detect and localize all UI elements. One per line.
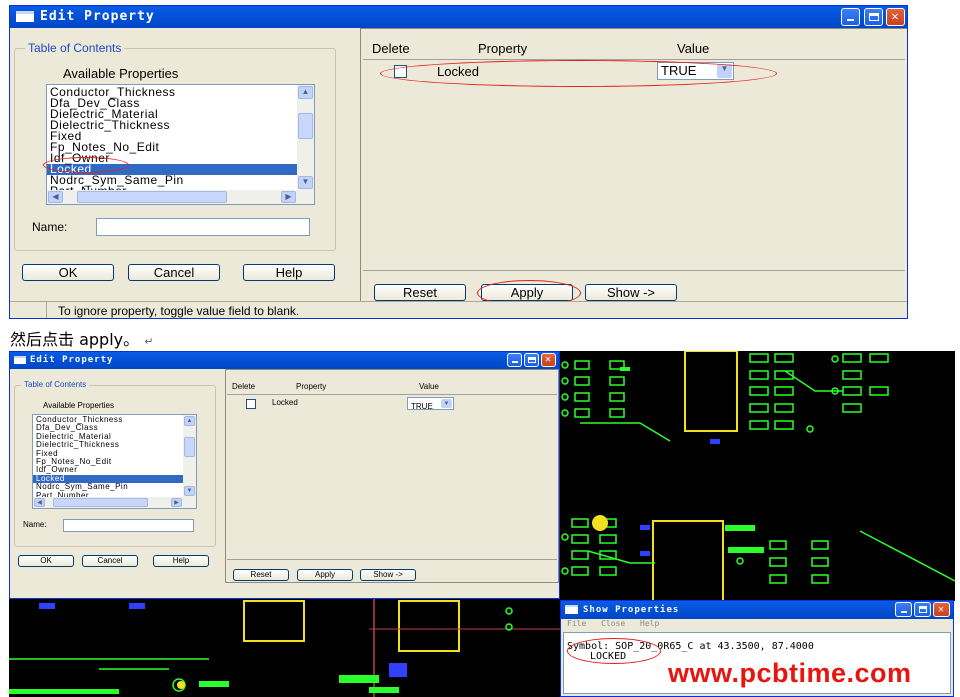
small-value-dropdown-text: TRUE xyxy=(411,402,433,411)
value-dropdown[interactable]: TRUE ▼ xyxy=(657,62,734,80)
scroll-thumb[interactable] xyxy=(298,113,313,139)
small-toc-label: Table of Contents xyxy=(21,380,90,389)
small-name-input[interactable] xyxy=(63,519,194,532)
return-mark: ↵ xyxy=(144,335,154,348)
small-scroll-left-icon[interactable]: ◀ xyxy=(34,498,45,507)
show-maximize-icon[interactable] xyxy=(914,602,931,617)
small-property-header: Property xyxy=(296,382,327,391)
edit-property-dialog-small: Edit Property ✕ Table of Contents Availa… xyxy=(9,351,560,599)
small-delete-checkbox[interactable] xyxy=(246,399,256,409)
scroll-right-icon[interactable]: ▶ xyxy=(281,191,296,203)
property-edit-panel: Delete Property Value Locked TRUE ▼ Rese… xyxy=(360,28,907,306)
pcb-artwork-top xyxy=(561,351,955,601)
ok-button[interactable]: OK xyxy=(22,264,114,281)
small-hscroll-thumb[interactable] xyxy=(53,498,148,507)
small-value-header: Value xyxy=(419,382,439,391)
edit-property-dialog: Edit Property ✕ Table of Contents Availa… xyxy=(9,5,908,319)
small-close-icon[interactable]: ✕ xyxy=(541,353,556,367)
small-dialog-titlebar[interactable]: Edit Property ✕ xyxy=(10,352,559,369)
small-delete-header: Delete xyxy=(232,382,256,391)
delete-checkbox[interactable] xyxy=(394,65,407,78)
small-value-dropdown[interactable]: TRUE ▼ xyxy=(407,397,454,411)
property-grid: Locked TRUE ▼ xyxy=(363,59,905,271)
small-dialog-title: Edit Property xyxy=(30,355,114,365)
show-close-icon[interactable]: ✕ xyxy=(933,602,950,617)
small-properties-listbox[interactable]: Conductor_Thickness Dfa_Dev_Class Dielectr… xyxy=(32,414,197,509)
scroll-down-icon[interactable]: ▼ xyxy=(298,176,313,189)
name-label: Name: xyxy=(32,220,68,234)
show-properties-menubar: File Close Help xyxy=(561,619,953,632)
apply-button[interactable]: Apply xyxy=(481,284,573,301)
list-vertical-scrollbar[interactable]: ▲ ▼ xyxy=(297,85,314,190)
small-list-hscroll[interactable]: ◀ ▶ xyxy=(33,497,196,508)
delete-column-header: Delete xyxy=(372,41,410,56)
hscroll-thumb[interactable] xyxy=(77,191,227,203)
properties-listbox[interactable]: Conductor_Thickness Dfa_Dev_Class Dielectr… xyxy=(46,84,315,205)
value-column-header: Value xyxy=(677,41,710,56)
small-scroll-down-icon[interactable]: ▼ xyxy=(184,486,195,496)
site-watermark: www.pcbtime.com xyxy=(668,658,912,688)
small-property-grid: Locked TRUE ▼ xyxy=(227,394,557,560)
small-minimize-icon[interactable] xyxy=(507,353,522,367)
small-ok-button[interactable]: OK xyxy=(18,555,74,567)
show-properties-titlebar[interactable]: Show Properties ✕ xyxy=(561,601,953,619)
show-button[interactable]: Show -> xyxy=(585,284,677,301)
pcb-artwork-bottom xyxy=(9,599,562,697)
available-properties-label: Available Properties xyxy=(63,66,179,81)
close-icon[interactable]: ✕ xyxy=(886,8,905,26)
status-text: To ignore property, toggle value field t… xyxy=(58,304,300,318)
window-icon xyxy=(16,11,34,22)
show-minimize-icon[interactable] xyxy=(895,602,912,617)
minimize-icon[interactable] xyxy=(841,8,860,26)
small-list-vscroll[interactable]: ▲ ▼ xyxy=(183,415,196,497)
pcb-canvas-bottom[interactable] xyxy=(9,599,562,697)
small-reset-button[interactable]: Reset xyxy=(233,569,289,581)
pcb-canvas-right[interactable] xyxy=(560,351,955,601)
cancel-button[interactable]: Cancel xyxy=(128,264,220,281)
small-name-label: Name: xyxy=(23,520,47,529)
small-row-property: Locked xyxy=(272,398,298,407)
help-button[interactable]: Help xyxy=(243,264,335,281)
caption-text: 然后点击 apply。 xyxy=(10,330,140,349)
show-window-icon xyxy=(565,605,578,614)
scroll-up-icon[interactable]: ▲ xyxy=(298,86,313,99)
status-bar: To ignore property, toggle value field t… xyxy=(10,301,907,318)
toc-label: Table of Contents xyxy=(25,41,125,55)
maximize-icon[interactable] xyxy=(864,8,883,26)
row-property-name: Locked xyxy=(437,64,479,79)
small-chevron-down-icon[interactable]: ▼ xyxy=(441,399,452,408)
instruction-caption: 然后点击 apply。 ↵ xyxy=(10,326,153,350)
value-dropdown-text: TRUE xyxy=(661,63,697,78)
locked-line: LOCKED xyxy=(590,651,627,662)
chevron-down-icon[interactable]: ▼ xyxy=(717,64,732,78)
property-column-header: Property xyxy=(478,41,528,56)
small-scroll-up-icon[interactable]: ▲ xyxy=(184,416,195,426)
name-input[interactable] xyxy=(96,218,310,236)
show-properties-title: Show Properties xyxy=(583,605,680,615)
small-available-label: Available Properties xyxy=(43,401,115,410)
small-property-panel: Delete Property Value Locked TRUE ▼ Rese… xyxy=(225,369,559,583)
list-horizontal-scrollbar[interactable]: ◀ ▶ xyxy=(47,190,314,204)
small-apply-button[interactable]: Apply xyxy=(297,569,353,581)
small-scroll-thumb[interactable] xyxy=(184,437,195,457)
small-window-icon xyxy=(14,356,26,364)
dialog-title: Edit Property xyxy=(40,9,155,24)
menu-help[interactable]: Help xyxy=(640,619,659,628)
dialog-titlebar[interactable]: Edit Property ✕ xyxy=(10,6,907,28)
reset-button[interactable]: Reset xyxy=(374,284,466,301)
menu-close[interactable]: Close xyxy=(601,619,625,628)
small-help-button[interactable]: Help xyxy=(153,555,209,567)
scroll-left-icon[interactable]: ◀ xyxy=(48,191,63,203)
small-maximize-icon[interactable] xyxy=(524,353,539,367)
menu-file[interactable]: File xyxy=(567,619,586,628)
small-scroll-right-icon[interactable]: ▶ xyxy=(171,498,182,507)
small-show-button[interactable]: Show -> xyxy=(360,569,416,581)
small-cancel-button[interactable]: Cancel xyxy=(82,555,138,567)
list-item[interactable]: Dielectric_Thickness xyxy=(47,119,297,131)
